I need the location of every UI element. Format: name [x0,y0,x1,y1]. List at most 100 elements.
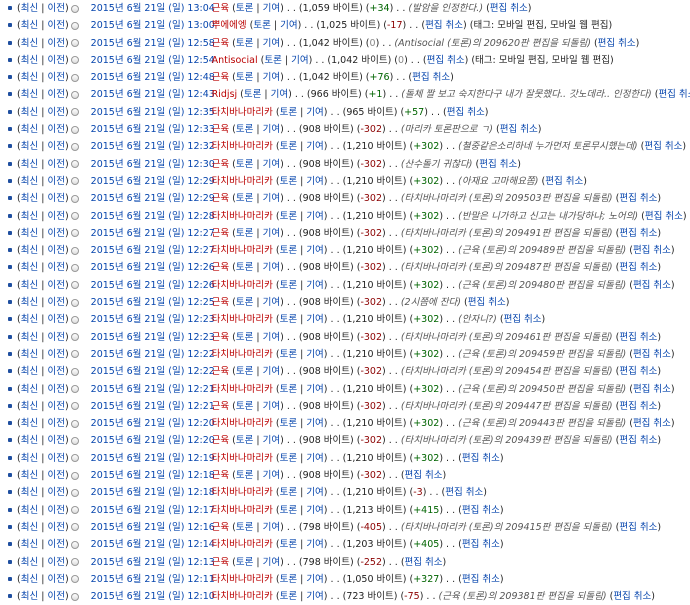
diff-cur-link[interactable]: 최신 [21,211,38,222]
diff-prev-link[interactable]: 이전 [47,487,64,498]
undo-link[interactable]: 편집 취소 [405,557,443,568]
undo-link[interactable]: 편집 취소 [613,591,651,602]
diff-cur-link[interactable]: 최신 [21,522,38,533]
user-contribs-link[interactable]: 기여 [263,262,280,273]
compare-radio[interactable] [70,125,79,134]
undo-link[interactable]: 편집 취소 [644,141,682,152]
diff-prev-link[interactable]: 이전 [47,3,64,14]
user-talk-link[interactable]: 토론 [236,435,253,446]
compare-radio[interactable] [70,454,79,463]
undo-link[interactable]: 편집 취소 [405,470,443,481]
revision-date-link[interactable]: 2015년 6월 21일 (일) 12:18 [91,484,215,501]
revision-date-link[interactable]: 2015년 6월 21일 (일) 12:14 [91,536,215,553]
compare-radio[interactable] [70,471,79,480]
undo-link[interactable]: 편집 취소 [447,107,485,118]
user-link[interactable]: 타치바나마리카 [212,505,273,516]
user-contribs-link[interactable]: 기여 [306,176,323,187]
user-link[interactable]: 근육 [212,159,229,170]
user-contribs-link[interactable]: 기여 [306,314,323,325]
revision-date-link[interactable]: 2015년 6월 21일 (일) 12:28 [91,208,215,225]
diff-prev-link[interactable]: 이전 [47,124,64,135]
user-link[interactable]: 근육 [212,193,229,204]
revision-date-link[interactable]: 2015년 6월 21일 (일) 12:29 [91,190,215,207]
diff-cur-link[interactable]: 최신 [21,418,38,429]
user-link[interactable]: 근육 [212,38,229,49]
diff-cur-link[interactable]: 최신 [21,124,38,135]
diff-prev-link[interactable]: 이전 [47,505,64,516]
user-talk-link[interactable]: 토론 [236,557,253,568]
compare-radio[interactable] [70,229,79,238]
user-link[interactable]: 타치바나마리카 [212,245,273,256]
user-contribs-link[interactable]: 기여 [306,418,323,429]
undo-link[interactable]: 편집 취소 [468,297,506,308]
user-contribs-link[interactable]: 기여 [263,72,280,83]
revision-date-link[interactable]: 2015년 6월 21일 (일) 12:23 [91,311,215,328]
user-link[interactable]: 근육 [212,366,229,377]
user-link[interactable]: Ridjsj [212,89,238,100]
revision-date-link[interactable]: 2015년 6월 21일 (일) 12:21 [91,381,215,398]
user-talk-link[interactable]: 토론 [280,505,297,516]
user-link[interactable]: 타치바나마리카 [212,314,273,325]
diff-prev-link[interactable]: 이전 [47,314,64,325]
compare-radio[interactable] [70,402,79,411]
user-link[interactable]: 근육 [212,332,229,343]
revision-date-link[interactable]: 2015년 6월 21일 (일) 12:11 [91,571,215,588]
user-link[interactable]: 타치바나마리카 [212,211,273,222]
diff-prev-link[interactable]: 이전 [47,245,64,256]
user-contribs-link[interactable]: 기여 [271,89,288,100]
undo-link[interactable]: 편집 취소 [619,332,657,343]
diff-cur-link[interactable]: 최신 [21,314,38,325]
undo-link[interactable]: 편집 취소 [619,435,657,446]
diff-cur-link[interactable]: 최신 [21,193,38,204]
revision-date-link[interactable]: 2015년 6월 21일 (일) 12:22 [91,363,215,380]
diff-prev-link[interactable]: 이전 [47,574,64,585]
compare-radio[interactable] [70,90,79,99]
user-contribs-link[interactable]: 기여 [306,384,323,395]
user-talk-link[interactable]: 토론 [236,159,253,170]
undo-link[interactable]: 편집 취소 [619,522,657,533]
user-talk-link[interactable]: 토론 [244,89,261,100]
compare-radio[interactable] [70,385,79,394]
revision-date-link[interactable]: 2015년 6월 21일 (일) 12:25 [91,294,215,311]
user-contribs-link[interactable]: 기여 [263,470,280,481]
user-contribs-link[interactable]: 기여 [263,124,280,135]
diff-prev-link[interactable]: 이전 [47,418,64,429]
user-talk-link[interactable]: 토론 [236,470,253,481]
user-contribs-link[interactable]: 기여 [263,3,280,14]
user-contribs-link[interactable]: 기여 [306,107,323,118]
revision-date-link[interactable]: 2015년 6월 21일 (일) 12:21 [91,398,215,415]
user-contribs-link[interactable]: 기여 [306,574,323,585]
undo-link[interactable]: 편집 취소 [633,349,671,360]
diff-cur-link[interactable]: 최신 [21,487,38,498]
diff-prev-link[interactable]: 이전 [47,262,64,273]
diff-cur-link[interactable]: 최신 [21,3,38,14]
undo-link[interactable]: 편집 취소 [619,366,657,377]
user-talk-link[interactable]: 토론 [236,3,253,14]
user-talk-link[interactable]: 토론 [280,349,297,360]
user-contribs-link[interactable]: 기여 [263,228,280,239]
user-link[interactable]: Antisocial [212,55,258,66]
revision-date-link[interactable]: 2015년 6월 21일 (일) 12:22 [91,346,215,363]
compare-radio[interactable] [70,212,79,221]
compare-radio[interactable] [70,558,79,566]
undo-link[interactable]: 편집 취소 [633,245,671,256]
user-talk-link[interactable]: 토론 [280,314,297,325]
revision-date-link[interactable]: 2015년 6월 21일 (일) 12:43 [91,86,215,103]
user-talk-link[interactable]: 토론 [280,211,297,222]
undo-link[interactable]: 편집 취소 [619,228,657,239]
compare-radio[interactable] [70,523,79,532]
undo-link[interactable]: 편집 취소 [425,20,463,31]
user-talk-link[interactable]: 토론 [236,401,253,412]
revision-date-link[interactable]: 2015년 6월 21일 (일) 12:16 [91,519,215,536]
undo-link[interactable]: 편집 취소 [658,89,690,100]
diff-cur-link[interactable]: 최신 [21,280,38,291]
revision-date-link[interactable]: 2015년 6월 21일 (일) 12:27 [91,225,215,242]
diff-prev-link[interactable]: 이전 [47,72,64,83]
user-talk-link[interactable]: 토론 [280,539,297,550]
diff-cur-link[interactable]: 최신 [21,72,38,83]
diff-cur-link[interactable]: 최신 [21,20,38,31]
user-talk-link[interactable]: 토론 [280,107,297,118]
diff-prev-link[interactable]: 이전 [47,280,64,291]
user-link[interactable]: 근육 [212,470,229,481]
compare-radio[interactable] [70,540,79,549]
